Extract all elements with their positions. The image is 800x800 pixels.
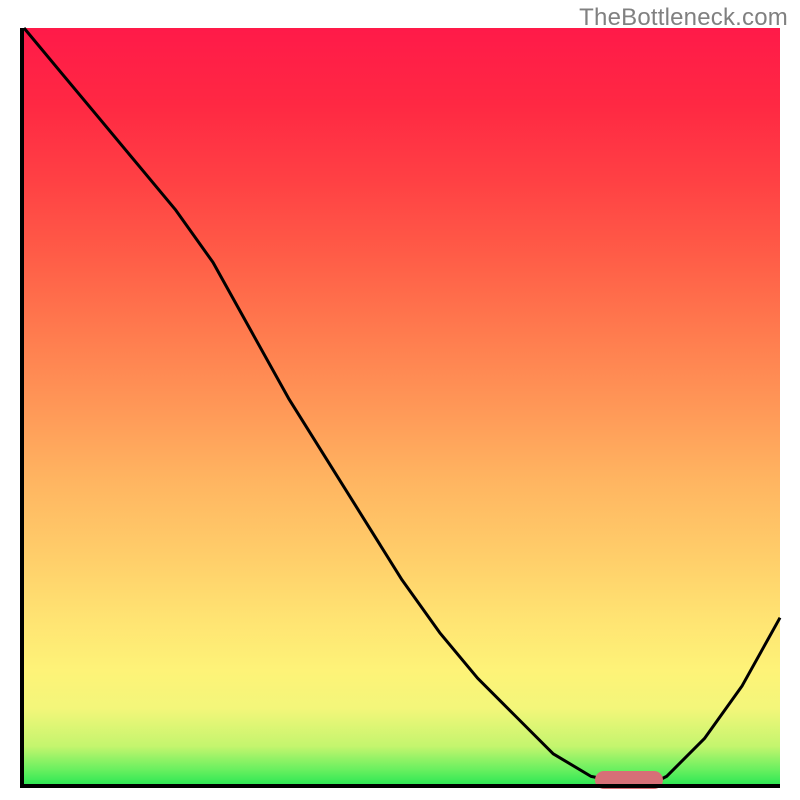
chart-container: TheBottleneck.com: [0, 0, 800, 800]
bottleneck-curve: [24, 28, 780, 784]
y-axis: [20, 28, 24, 788]
x-axis: [20, 784, 780, 788]
curve-path: [24, 28, 780, 784]
